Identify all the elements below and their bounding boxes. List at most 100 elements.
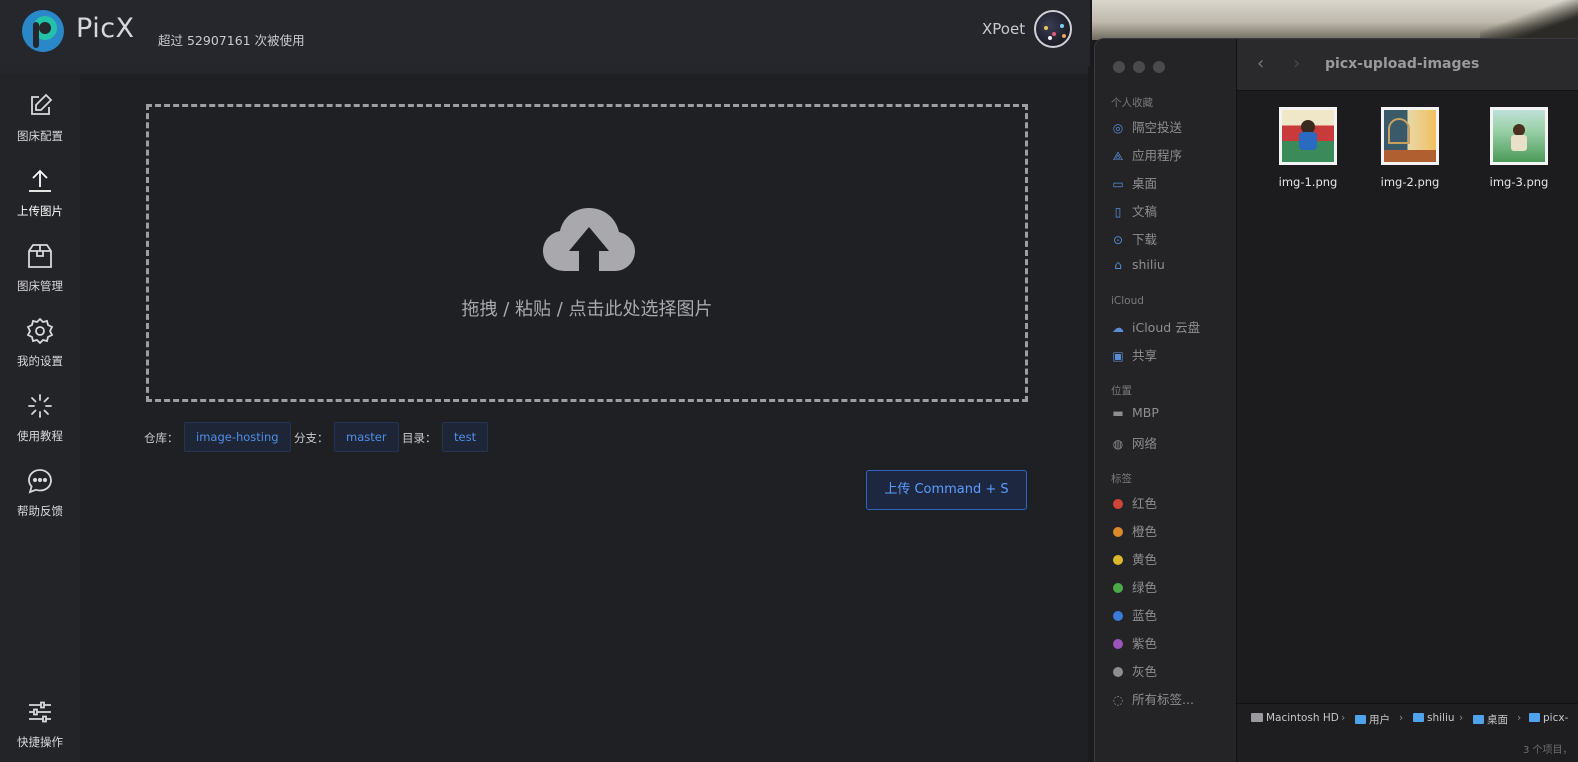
airdrop-icon: ◎	[1112, 121, 1124, 135]
file-item[interactable]: img-1.png	[1268, 107, 1348, 189]
upload-button[interactable]: 上传 Command + S	[866, 470, 1027, 510]
finder-item-mbp[interactable]: ▬ MBP	[1111, 405, 1159, 425]
tag-color-dot	[1113, 555, 1123, 565]
file-name: img-1.png	[1278, 175, 1338, 189]
usage-counter: 超过 52907161 次被使用	[158, 33, 305, 48]
finder-item-label: iCloud 云盘	[1132, 320, 1201, 335]
picx-logo[interactable]	[20, 8, 66, 54]
dir-label: 目录：	[402, 431, 437, 445]
finder-item-airdrop[interactable]: ◎ 隔空投送	[1111, 117, 1182, 137]
finder-tag-orange[interactable]: 橙色	[1111, 521, 1157, 541]
applications-icon: ⟁	[1112, 149, 1124, 163]
forward-icon[interactable]: ›	[1293, 53, 1300, 74]
finder-item-label: 网络	[1132, 436, 1158, 451]
finder-item-desktop[interactable]: ▭ 桌面	[1111, 173, 1157, 193]
globe-icon: ◍	[1112, 437, 1124, 451]
finder-item-home[interactable]: ⌂ shiliu	[1111, 257, 1165, 277]
finder-tag-blue[interactable]: 蓝色	[1111, 605, 1157, 625]
finder-tag-yellow[interactable]: 黄色	[1111, 549, 1157, 569]
sidebar-item-feedback[interactable]: 帮助反馈	[0, 455, 80, 525]
app-header: PicX 超过 52907161 次被使用 XPoet	[0, 0, 1090, 66]
path-crumb-label: 桌面	[1487, 714, 1508, 726]
tag-outline-icon: ◌	[1112, 693, 1124, 707]
path-crumb[interactable]: 用户	[1355, 712, 1390, 727]
finder-status-bar: 3 个项目，	[1237, 733, 1578, 762]
path-crumb[interactable]: 桌面	[1473, 712, 1508, 727]
close-window-button[interactable]	[1113, 61, 1125, 73]
download-icon: ⊙	[1112, 233, 1124, 247]
finder-item-applications[interactable]: ⟁ 应用程序	[1111, 145, 1182, 165]
laptop-icon: ▬	[1112, 406, 1124, 420]
sidebar-item-label: 图床配置	[17, 129, 63, 143]
file-name: img-3.png	[1489, 175, 1549, 189]
finder-item-network[interactable]: ◍ 网络	[1111, 433, 1157, 453]
finder-item-label: shiliu	[1132, 257, 1165, 272]
sidebar-item-manage[interactable]: 图床管理	[0, 230, 80, 300]
username[interactable]: XPoet	[982, 20, 1025, 38]
finder-path-bar: Macintosh HD › 用户 › shiliu › 桌面 › picx-	[1237, 703, 1578, 733]
finder-item-label: 文稿	[1132, 204, 1158, 219]
finder-item-label: 隔空投送	[1132, 120, 1183, 135]
image-thumbnail	[1490, 107, 1548, 165]
tag-color-dot	[1113, 667, 1123, 677]
finder-item-label: 蓝色	[1132, 608, 1158, 623]
finder-tag-red[interactable]: 红色	[1111, 493, 1157, 513]
finder-tag-purple[interactable]: 紫色	[1111, 633, 1157, 653]
sidebar: 图床配置 上传图片 图床管理 我的设置 使用教程 帮助反馈 快捷操作	[0, 74, 80, 762]
finder-tag-gray[interactable]: 灰色	[1111, 661, 1157, 681]
section-tags: 标签	[1111, 473, 1132, 485]
image-dropzone[interactable]: 拖拽 / 粘贴 / 点击此处选择图片	[146, 104, 1028, 402]
finder-item-documents[interactable]: ▯ 文稿	[1111, 201, 1157, 221]
sidebar-item-upload[interactable]: 上传图片	[0, 155, 80, 225]
sidebar-item-settings[interactable]: 我的设置	[0, 305, 80, 375]
path-crumb[interactable]: Macintosh HD	[1251, 712, 1339, 724]
finder-all-tags[interactable]: ◌ 所有标签...	[1111, 689, 1194, 709]
chevron-right-icon: ›	[1517, 712, 1522, 724]
path-crumb-label: Macintosh HD	[1266, 712, 1339, 724]
tag-color-dot	[1113, 639, 1123, 649]
file-name: img-2.png	[1380, 175, 1440, 189]
desktop-icon: ▭	[1112, 177, 1124, 191]
path-crumb[interactable]: picx-	[1529, 712, 1568, 724]
finder-tag-green[interactable]: 绿色	[1111, 577, 1157, 597]
branch-label: 分支：	[294, 431, 329, 445]
path-crumb-label: picx-	[1543, 712, 1569, 724]
file-item[interactable]: img-3.png	[1479, 107, 1559, 189]
tag-color-dot	[1113, 499, 1123, 509]
sidebar-item-config[interactable]: 图床配置	[0, 80, 80, 150]
avatar[interactable]	[1034, 10, 1072, 48]
finder-item-shared[interactable]: ▣ 共享	[1111, 345, 1157, 365]
finder-title: picx-upload-images	[1325, 56, 1480, 72]
minimize-window-button[interactable]	[1133, 61, 1145, 73]
brand-name: PicX	[76, 13, 135, 44]
finder-item-label: 桌面	[1132, 176, 1158, 191]
finder-item-label: 共享	[1132, 348, 1158, 363]
sidebar-item-tutorial[interactable]: 使用教程	[0, 380, 80, 450]
finder-item-downloads[interactable]: ⊙ 下载	[1111, 229, 1157, 249]
chevron-right-icon: ›	[1459, 712, 1464, 724]
picx-window: PicX 超过 52907161 次被使用 XPoet 图床配置 上传图片 图床…	[0, 0, 1090, 762]
sidebar-item-label: 上传图片	[17, 204, 63, 218]
upload-icon	[29, 169, 51, 192]
hard-drive-icon	[1251, 713, 1263, 722]
path-crumb[interactable]: shiliu	[1413, 712, 1455, 724]
loading-icon	[28, 394, 52, 418]
chevron-right-icon: ›	[1341, 712, 1346, 724]
finder-item-icloud-drive[interactable]: ☁ iCloud 云盘	[1111, 317, 1200, 337]
file-item[interactable]: img-2.png	[1370, 107, 1450, 189]
finder-item-label: MBP	[1132, 405, 1159, 420]
section-favorites: 个人收藏	[1111, 97, 1153, 109]
dir-tag[interactable]: test	[442, 422, 489, 452]
path-crumb-label: shiliu	[1427, 712, 1455, 724]
sidebar-item-label: 我的设置	[17, 354, 63, 368]
repo-tag[interactable]: image-hosting	[184, 422, 291, 452]
sidebar-item-label: 使用教程	[17, 429, 63, 443]
sidebar-item-shortcuts[interactable]: 快捷操作	[0, 686, 80, 756]
back-icon[interactable]: ‹	[1257, 53, 1264, 74]
branch-tag[interactable]: master	[334, 422, 399, 452]
zoom-window-button[interactable]	[1153, 61, 1165, 73]
finder-item-label: 紫色	[1132, 636, 1158, 651]
finder-item-label: 绿色	[1132, 580, 1158, 595]
sidebar-item-label: 帮助反馈	[17, 504, 63, 518]
finder-item-label: 橙色	[1132, 524, 1158, 539]
